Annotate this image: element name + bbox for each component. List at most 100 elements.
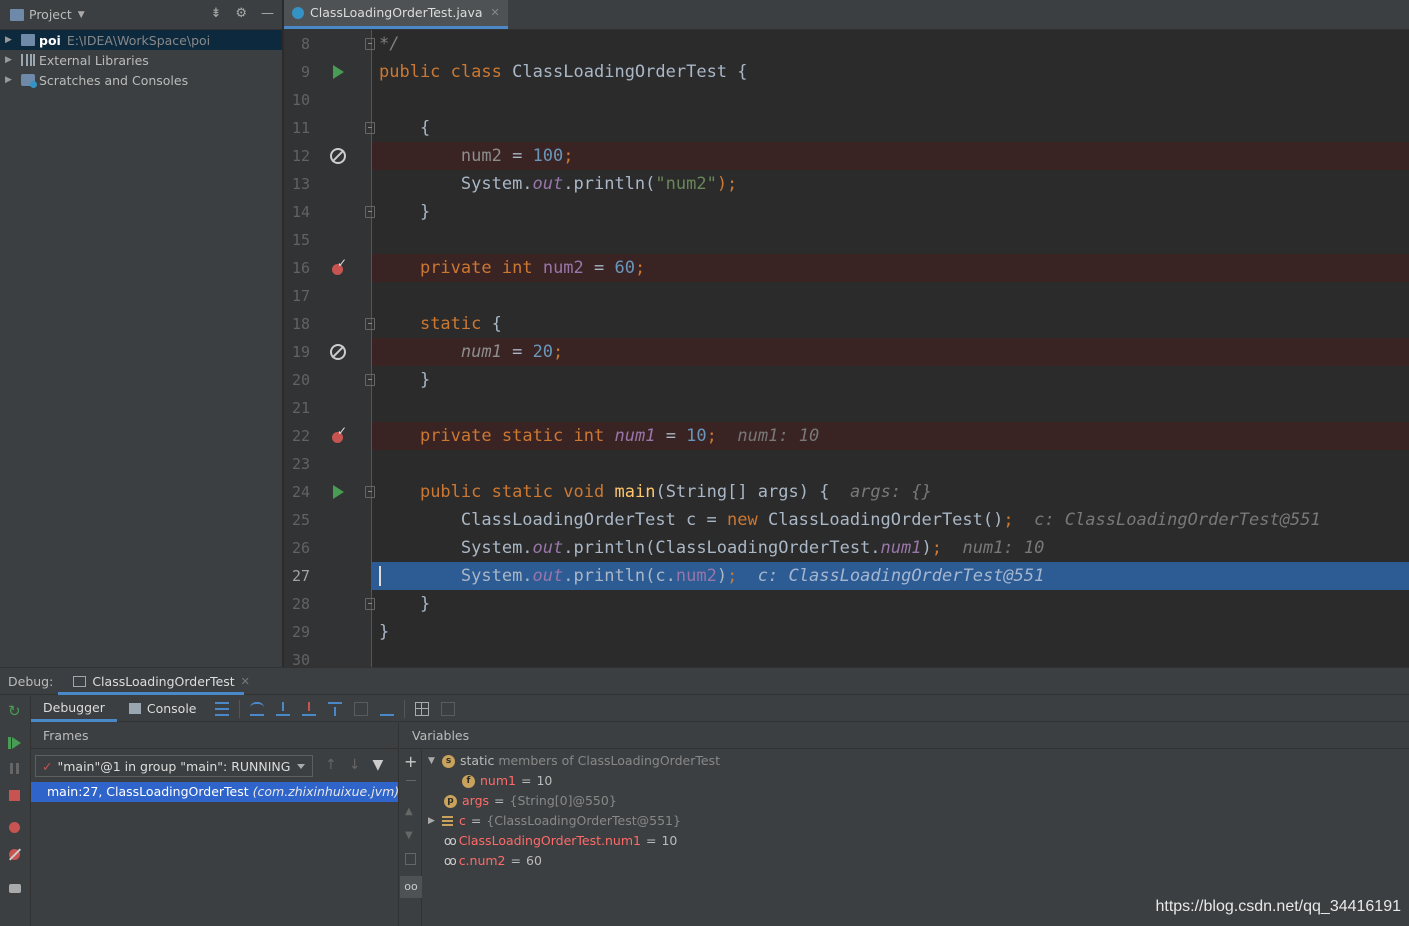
code-token: class xyxy=(450,62,502,82)
run-icon[interactable] xyxy=(330,484,346,500)
watch-row[interactable]: oo ClassLoadingOrderTest.num1 = 10 xyxy=(444,831,677,851)
filter-icon[interactable]: ▼ xyxy=(372,757,383,773)
project-panel: Project ▼ ⇟ ⚙ — ▶ poi E:\IDEA\WorkSpace\… xyxy=(0,0,283,667)
fold-icon[interactable] xyxy=(365,598,375,610)
code-area[interactable]: 8 */ 9 public class ClassLoadingOrderTes… xyxy=(284,30,1409,667)
code-token: out xyxy=(532,538,564,558)
view-breakpoints-icon[interactable] xyxy=(8,821,22,835)
code-line[interactable]: 20 } xyxy=(284,366,1409,394)
code-line[interactable]: 14 } xyxy=(284,198,1409,226)
pause-icon[interactable] xyxy=(8,762,22,776)
close-icon[interactable]: ✕ xyxy=(241,675,250,688)
step-out-icon[interactable] xyxy=(328,702,342,716)
code-line[interactable]: 28 } xyxy=(284,590,1409,618)
tree-item-scratches[interactable]: ▶ Scratches and Consoles xyxy=(0,70,282,90)
fold-icon[interactable] xyxy=(365,486,375,498)
step-over-icon[interactable] xyxy=(249,701,264,716)
fold-icon[interactable] xyxy=(365,318,375,330)
evaluate-expression-icon[interactable] xyxy=(414,701,429,716)
glasses-icon[interactable]: oo xyxy=(400,876,422,898)
tab-debugger[interactable]: Debugger xyxy=(31,696,117,722)
field-watchpoint-icon[interactable] xyxy=(330,424,347,444)
code-editor[interactable]: ClassLoadingOrderTest.java ✕ 8 */ 9 publ… xyxy=(284,0,1409,667)
code-line[interactable]: 30 xyxy=(284,646,1409,667)
current-execution-line[interactable]: 27 System.out.println(c.num2); c: ClassL… xyxy=(284,562,1409,590)
camera-icon[interactable] xyxy=(8,881,22,895)
tree-item-poi[interactable]: ▶ poi E:\IDEA\WorkSpace\poi xyxy=(0,30,282,50)
code-line-breakpoint[interactable]: 16 private int num2 = 60; xyxy=(284,254,1409,282)
code-line-breakpoint[interactable]: 12 num2 = 100; xyxy=(284,142,1409,170)
code-line[interactable]: 17 xyxy=(284,282,1409,310)
run-icon[interactable] xyxy=(330,64,346,80)
arrow-up-icon[interactable]: ↑ xyxy=(325,757,337,773)
expand-arrow-icon[interactable]: ▶ xyxy=(5,35,21,45)
code-token: ; xyxy=(931,538,942,558)
fold-icon[interactable] xyxy=(365,206,375,218)
code-line[interactable]: 24 public static void main(String[] args… xyxy=(284,478,1409,506)
code-line[interactable]: 9 public class ClassLoadingOrderTest { xyxy=(284,58,1409,86)
code-token: ; xyxy=(1003,510,1014,530)
stop-icon[interactable] xyxy=(8,789,22,803)
code-line[interactable]: 23 xyxy=(284,450,1409,478)
variable-row[interactable]: ▼ s static members of ClassLoadingOrderT… xyxy=(428,751,720,771)
watch-row[interactable]: oo c.num2 = 60 xyxy=(444,851,542,871)
variable-row[interactable]: p args = {String[0]@550} xyxy=(444,791,617,811)
code-line[interactable]: 25 ClassLoadingOrderTest c = new ClassLo… xyxy=(284,506,1409,534)
run-to-cursor-icon[interactable] xyxy=(379,702,394,716)
expanded-arrow-icon[interactable]: ▼ xyxy=(428,751,442,771)
debug-session-tab[interactable]: ClassLoadingOrderTest ✕ xyxy=(73,674,250,689)
line-number: 18 xyxy=(291,315,310,333)
trace-icon[interactable] xyxy=(440,701,455,716)
add-watch-icon[interactable]: + xyxy=(404,752,417,771)
layout-icon[interactable] xyxy=(214,701,229,716)
hide-icon[interactable]: — xyxy=(261,6,274,21)
fold-icon[interactable] xyxy=(365,38,375,50)
code-line[interactable]: 18 static { xyxy=(284,310,1409,338)
editor-tab[interactable]: ClassLoadingOrderTest.java ✕ xyxy=(284,0,508,29)
variable-row[interactable]: f num1 = 10 xyxy=(462,771,552,791)
force-step-into-icon[interactable] xyxy=(301,701,316,716)
code-line[interactable]: 10 xyxy=(284,86,1409,114)
move-down-icon[interactable]: ▼ xyxy=(405,830,413,841)
code-line[interactable]: 21 xyxy=(284,394,1409,422)
fold-icon[interactable] xyxy=(365,374,375,386)
stack-frame-row[interactable]: main:27, ClassLoadingOrderTest (com.zhix… xyxy=(31,782,399,802)
code-line-breakpoint[interactable]: 19 num1 = 20; xyxy=(284,338,1409,366)
code-line[interactable]: 26 System.out.println(ClassLoadingOrderT… xyxy=(284,534,1409,562)
move-up-icon[interactable]: ▲ xyxy=(405,806,413,817)
chevron-down-icon[interactable] xyxy=(297,764,305,769)
code-line[interactable]: 13 System.out.println("num2"); xyxy=(284,170,1409,198)
muted-breakpoint-icon[interactable] xyxy=(330,148,346,164)
expand-arrow-icon[interactable]: ▶ xyxy=(5,75,21,85)
close-icon[interactable]: ✕ xyxy=(491,6,500,19)
collapse-all-icon[interactable]: ⇟ xyxy=(210,6,221,21)
rerun-icon[interactable]: ↻ xyxy=(8,704,22,719)
resume-icon[interactable] xyxy=(8,736,22,750)
code-line[interactable]: 29 } xyxy=(284,618,1409,646)
fold-icon[interactable] xyxy=(365,122,375,134)
code-token: } xyxy=(419,594,431,614)
remove-watch-icon[interactable] xyxy=(406,780,416,781)
code-line[interactable]: 15 xyxy=(284,226,1409,254)
code-line-breakpoint[interactable]: 22 private static int num1 = 10; num1: 1… xyxy=(284,422,1409,450)
thread-selector[interactable]: ✓ "main"@1 in group "main": RUNNING xyxy=(35,755,313,777)
variable-desc: members of ClassLoadingOrderTest xyxy=(498,753,720,768)
tab-console[interactable]: Console xyxy=(117,696,209,722)
step-into-icon[interactable] xyxy=(275,701,290,716)
arrow-down-icon[interactable]: ↓ xyxy=(349,757,361,773)
expand-arrow-icon[interactable]: ▶ xyxy=(428,811,442,831)
tree-item-external-libraries[interactable]: ▶ External Libraries xyxy=(0,50,282,70)
project-view-selector[interactable]: Project xyxy=(29,7,72,22)
variable-value: 10 xyxy=(536,773,553,788)
chevron-down-icon[interactable]: ▼ xyxy=(78,10,85,20)
gear-icon[interactable]: ⚙ xyxy=(235,6,247,21)
expand-arrow-icon[interactable]: ▶ xyxy=(5,55,21,65)
muted-breakpoint-icon[interactable] xyxy=(330,344,346,360)
mute-breakpoints-icon[interactable] xyxy=(8,848,22,862)
duplicate-watch-icon[interactable] xyxy=(405,853,416,865)
variable-row[interactable]: ▶ c = {ClassLoadingOrderTest@551} xyxy=(428,811,681,831)
field-watchpoint-icon[interactable] xyxy=(330,256,347,276)
code-line[interactable]: 8 */ xyxy=(284,30,1409,58)
drop-frame-icon[interactable] xyxy=(353,701,368,716)
code-line[interactable]: 11 { xyxy=(284,114,1409,142)
